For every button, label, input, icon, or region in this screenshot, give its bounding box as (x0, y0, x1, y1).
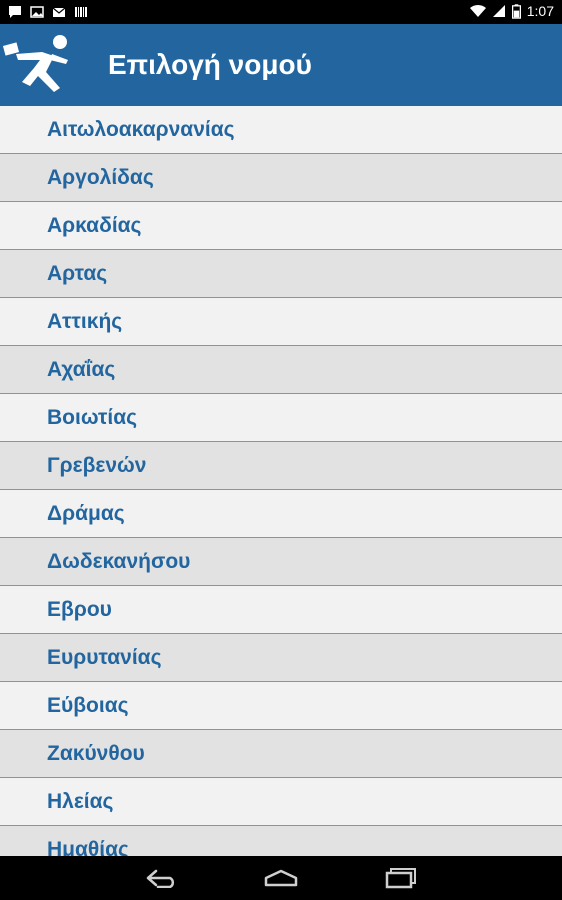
prefecture-list[interactable]: Αιτωλοακαρνανίας Αργολίδας Αρκαδίας Αρτας Ατ… (0, 106, 562, 856)
list-item-label: Ημαθίας (47, 837, 129, 857)
email-notification-icon (52, 7, 66, 17)
list-item-label: Δωδεκανήσου (47, 549, 191, 573)
home-icon (264, 869, 298, 887)
list-item-label: Ζακύνθου (47, 741, 145, 765)
status-time: 1:07 (526, 3, 554, 19)
list-item-label: Εύβοιας (47, 693, 129, 717)
list-item-label: Ευρυτανίας (47, 645, 162, 669)
list-item[interactable]: Αργολίδας (0, 154, 562, 202)
list-item[interactable]: Εβρου (0, 586, 562, 634)
barcode-notification-icon (75, 7, 87, 17)
status-bar: 1:07 (0, 0, 562, 24)
list-item-label: Γρεβενών (47, 453, 147, 477)
list-item[interactable]: Αττικής (0, 298, 562, 346)
list-item-label: Δράμας (47, 501, 125, 525)
list-item-label: Αχαΐας (47, 357, 116, 381)
image-notification-icon (30, 6, 44, 18)
list-item[interactable]: Ζακύνθου (0, 730, 562, 778)
list-item[interactable]: Ηλείας (0, 778, 562, 826)
list-item-label: Αιτωλοακαρνανίας (47, 117, 235, 141)
page-title: Επιλογή νομού (108, 49, 312, 80)
list-item[interactable]: Εύβοιας (0, 682, 562, 730)
list-item[interactable]: Ημαθίας (0, 826, 562, 856)
list-item-label: Ηλείας (47, 789, 114, 813)
list-item[interactable]: Δράμας (0, 490, 562, 538)
recent-apps-icon (385, 868, 416, 889)
list-item-label: Αττικής (47, 309, 123, 333)
list-item-label: Αργολίδας (47, 165, 154, 189)
list-item[interactable]: Βοιωτίας (0, 394, 562, 442)
list-item-label: Βοιωτίας (47, 405, 138, 429)
list-item-label: Εβρου (47, 597, 112, 621)
list-item[interactable]: Αιτωλοακαρνανίας (0, 106, 562, 154)
wifi-icon (469, 4, 486, 18)
list-item[interactable]: Αρκαδίας (0, 202, 562, 250)
list-item[interactable]: Ευρυτανίας (0, 634, 562, 682)
back-button[interactable] (131, 864, 191, 892)
navigation-bar (0, 856, 562, 900)
list-item[interactable]: Δωδεκανήσου (0, 538, 562, 586)
home-button[interactable] (251, 864, 311, 892)
app-bar: Επιλογή νομού (0, 24, 562, 106)
battery-icon (511, 3, 521, 19)
list-item[interactable]: Αχαΐας (0, 346, 562, 394)
list-item[interactable]: Αρτας (0, 250, 562, 298)
recent-apps-button[interactable] (371, 864, 431, 892)
back-icon (146, 869, 175, 888)
app-logo-icon[interactable] (0, 24, 80, 106)
chat-notification-icon (9, 6, 21, 18)
list-item[interactable]: Γρεβενών (0, 442, 562, 490)
list-item-label: Αρκαδίας (47, 213, 142, 237)
list-item-label: Αρτας (47, 261, 108, 285)
signal-icon (492, 5, 505, 17)
